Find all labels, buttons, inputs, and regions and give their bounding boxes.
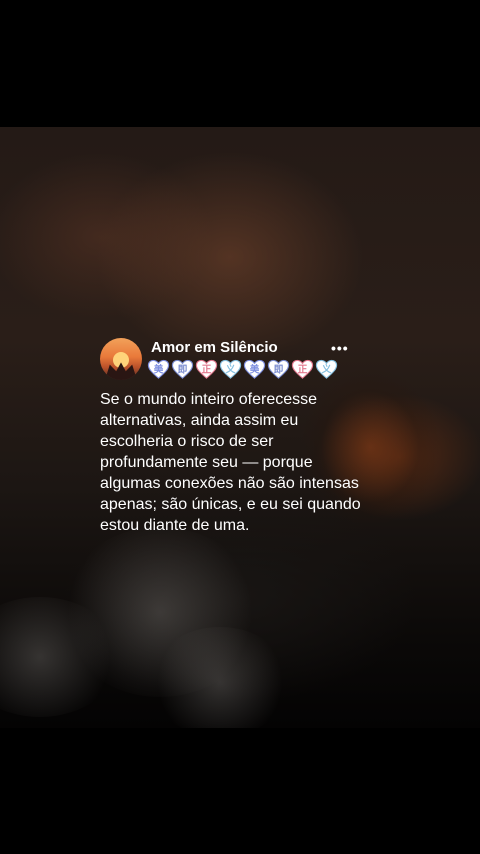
heart-glyph-badge-icon: 即: [267, 358, 290, 381]
heart-glyph-badge-icon: 义: [219, 358, 242, 381]
svg-text:即: 即: [274, 364, 284, 375]
heart-glyph-badge-icon: 即: [171, 358, 194, 381]
bottom-letterbox: [0, 728, 480, 854]
heart-glyph-badge-icon: 正: [291, 358, 314, 381]
heart-glyph-badge-icon: 美: [147, 358, 170, 381]
flower-blur: [150, 627, 290, 728]
heart-glyph-badge-icon: 正: [195, 358, 218, 381]
svg-text:义: 义: [322, 363, 332, 375]
svg-text:美: 美: [250, 363, 260, 375]
svg-text:正: 正: [202, 364, 212, 375]
top-letterbox: [0, 0, 480, 127]
more-options-icon[interactable]: •••: [331, 340, 349, 356]
heart-glyph-badge-icon: 美: [243, 358, 266, 381]
svg-text:美: 美: [154, 363, 164, 375]
svg-text:义: 义: [226, 363, 236, 375]
svg-text:正: 正: [298, 364, 308, 375]
heart-glyph-badge-icon: 义: [315, 358, 338, 381]
author-name[interactable]: Amor em Silêncio: [151, 339, 278, 356]
avatar[interactable]: [100, 338, 142, 380]
post-text: Se o mundo inteiro oferecesse alternativ…: [100, 391, 361, 534]
badge-row: 美即正义美即正义: [147, 358, 338, 381]
svg-text:即: 即: [178, 364, 188, 375]
